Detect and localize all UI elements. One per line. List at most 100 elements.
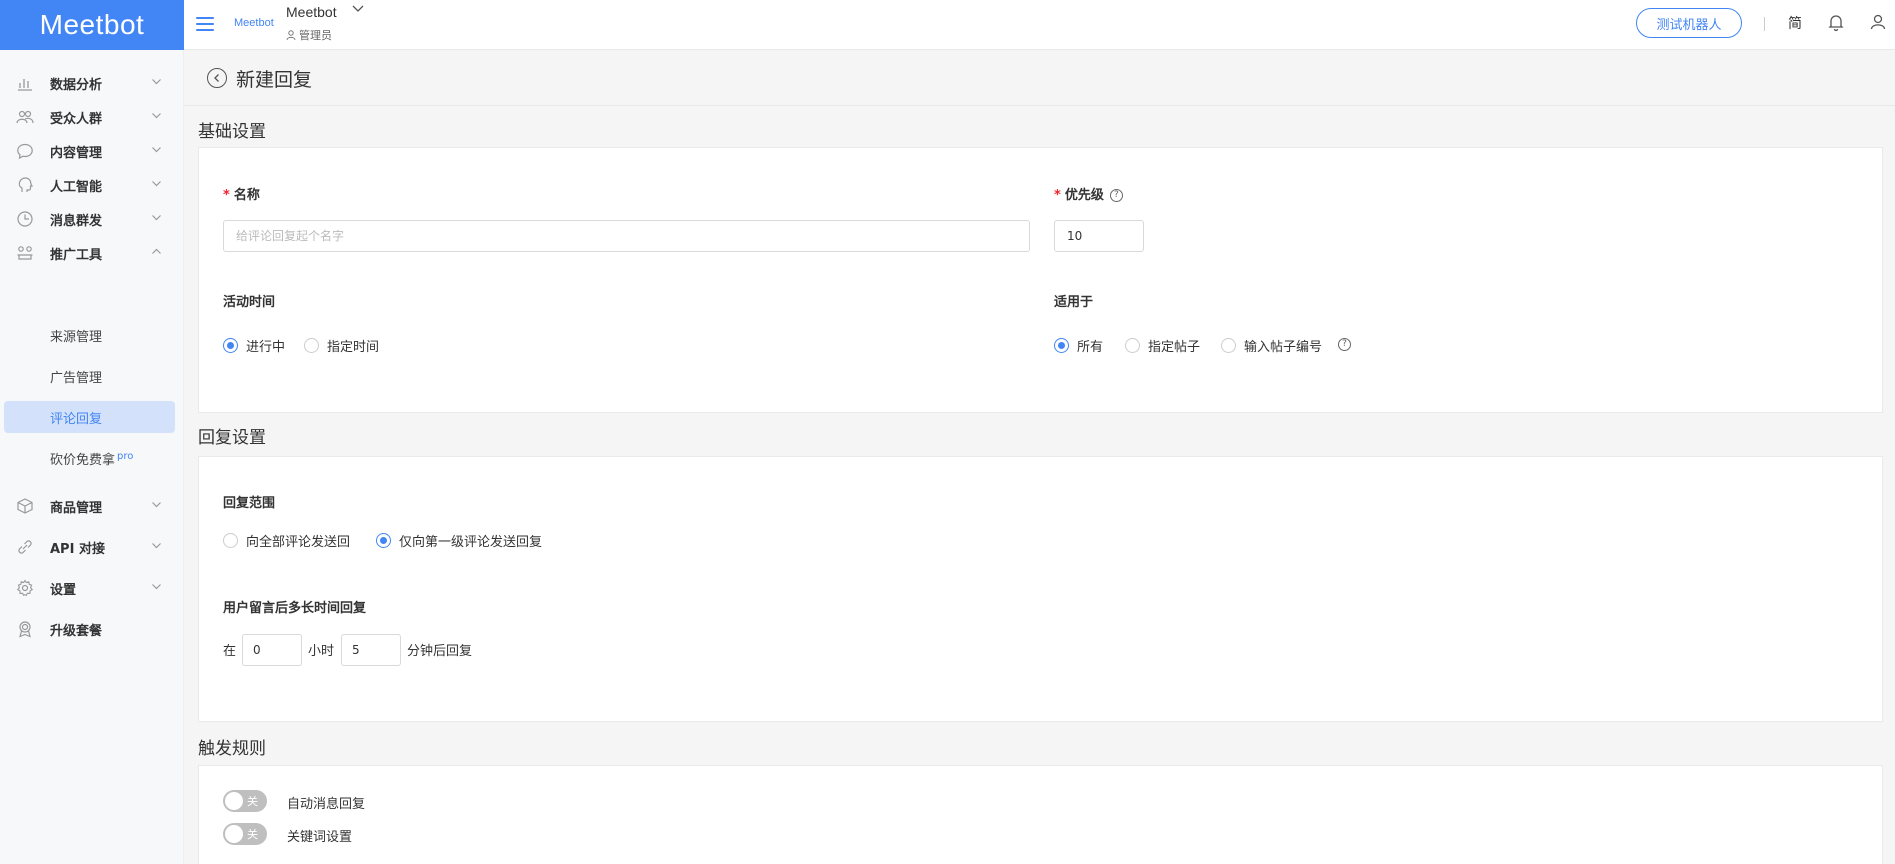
radio-applies-all[interactable]: 所有 [1054, 336, 1103, 355]
chevron-down-icon [151, 178, 162, 192]
pro-badge: pro [117, 450, 134, 462]
reply-scope-label: 回复范围 [223, 496, 276, 511]
chevron-down-icon [151, 76, 162, 90]
sidebar-item-label: 受众人群 [50, 111, 103, 127]
minutes-suffix: 分钟后回复 [407, 644, 473, 659]
help-icon[interactable]: ? [1338, 338, 1351, 351]
bell-icon[interactable] [1826, 12, 1846, 32]
chevron-down-icon [151, 581, 162, 595]
chart-icon [16, 74, 34, 92]
chevron-down-icon [151, 212, 162, 226]
radio-scope-all[interactable]: 向全部评论发送回 [223, 531, 350, 550]
required-mark: * [223, 188, 230, 203]
radio-scope-first-level[interactable]: 仅向第一级评论发送回复 [376, 531, 542, 550]
section-title-trigger: 触发规则 [198, 739, 266, 759]
chevron-down-icon [151, 110, 162, 124]
sidebar-item-ai[interactable]: 人工智能 [0, 170, 184, 200]
sidebar-subitem-comment-reply[interactable]: 评论回复 [4, 401, 175, 433]
toggle-knob [225, 792, 243, 810]
chevron-down-icon [151, 499, 162, 513]
sidebar-item-audience[interactable]: 受众人群 [0, 102, 184, 132]
sidebar-subitem-source[interactable]: 来源管理 [50, 326, 102, 345]
radio-dot [1054, 338, 1069, 353]
sidebar-item-data-analysis[interactable]: 数据分析 [0, 68, 184, 98]
help-icon[interactable]: ? [1109, 189, 1123, 202]
sidebar-item-label: 数据分析 [50, 77, 103, 93]
app-logo: Meetbot [0, 0, 184, 50]
chevron-down-icon[interactable] [351, 2, 365, 20]
sidebar: 数据分析 受众人群 内容管理 人工智能 消息群发 推广工具 来源管理 广告管理 … [0, 50, 184, 864]
sidebar-item-upgrade[interactable]: 升级套餐 [0, 614, 184, 644]
top-bar: Meetbot Meetbot 管理员 测试机器人 简 [184, 0, 1895, 50]
chevron-down-icon [151, 144, 162, 158]
radio-dot [223, 533, 238, 548]
megaphone-icon [16, 244, 34, 262]
radio-label: 输入帖子编号 [1244, 340, 1323, 355]
link-icon [16, 538, 34, 556]
bot-name[interactable]: Meetbot [286, 4, 337, 20]
divider [1764, 17, 1765, 31]
delay-minutes-input[interactable] [341, 634, 401, 666]
radio-applies-specific[interactable]: 指定帖子 [1125, 336, 1200, 355]
trigger-rules-card: 关 自动消息回复 关 关键词设置 [198, 765, 1883, 864]
sidebar-item-label: 内容管理 [50, 145, 103, 161]
name-label-text: 名称 [233, 188, 260, 203]
radio-dot [1221, 338, 1236, 353]
hours-unit: 小时 [308, 644, 335, 659]
delay-prefix: 在 [223, 644, 237, 659]
sidebar-item-settings[interactable]: 设置 [0, 573, 184, 603]
priority-label: * 优先级? [1054, 184, 1123, 203]
sidebar-subitem-bargain[interactable]: 砍价免费拿 pro [50, 449, 133, 468]
toggle-state: 关 [247, 795, 258, 808]
radio-active-scheduled[interactable]: 指定时间 [304, 336, 379, 355]
name-input[interactable] [223, 220, 1030, 252]
section-title-reply: 回复设置 [198, 428, 266, 448]
radio-dot [376, 533, 391, 548]
auto-reply-label: 自动消息回复 [287, 797, 366, 812]
menu-toggle-icon[interactable] [196, 17, 214, 31]
sidebar-item-content[interactable]: 内容管理 [0, 136, 184, 166]
badge-icon [16, 620, 34, 638]
sidebar-item-label: 消息群发 [50, 213, 103, 229]
priority-input[interactable] [1054, 220, 1144, 252]
user-icon[interactable] [1868, 12, 1888, 32]
name-label: * 名称 [223, 184, 260, 203]
section-title-basic: 基础设置 [198, 122, 266, 142]
sidebar-item-label: 人工智能 [50, 179, 103, 195]
sidebar-item-products[interactable]: 商品管理 [0, 491, 184, 521]
toggle-state: 关 [247, 828, 258, 841]
radio-applies-post-id[interactable]: 输入帖子编号 [1221, 336, 1322, 355]
applies-label: 适用于 [1054, 295, 1094, 310]
sidebar-subitem-label: 评论回复 [50, 412, 103, 427]
person-icon [286, 30, 296, 40]
gear-icon [16, 579, 34, 597]
radio-dot [223, 338, 238, 353]
toggle-knob [225, 825, 243, 843]
priority-label-text: 优先级 [1064, 188, 1104, 203]
radio-active-ongoing[interactable]: 进行中 [223, 336, 285, 355]
users-icon [16, 108, 34, 126]
sidebar-item-label: 升级套餐 [50, 623, 103, 639]
brain-icon [16, 176, 34, 194]
test-bot-button[interactable]: 测试机器人 [1636, 8, 1742, 38]
sidebar-item-promotion[interactable]: 推广工具 [0, 238, 184, 268]
back-icon[interactable] [207, 68, 227, 88]
delay-hours-input[interactable] [242, 634, 302, 666]
active-time-label: 活动时间 [223, 295, 276, 310]
keyword-toggle[interactable]: 关 [223, 823, 267, 845]
main-content: 新建回复 基础设置 *名称 *优先级? 活动时间 进行中 指定时间 适用于 所有… [184, 50, 1895, 864]
sidebar-item-label: 设置 [50, 582, 77, 598]
radio-label: 指定时间 [327, 340, 380, 355]
sidebar-item-label: API 对接 [50, 541, 105, 557]
sidebar-subitem-ads[interactable]: 广告管理 [50, 367, 102, 386]
auto-reply-toggle[interactable]: 关 [223, 790, 267, 812]
required-mark: * [1054, 188, 1061, 203]
reply-settings-card: 回复范围 向全部评论发送回 仅向第一级评论发送回复 用户留言后多长时间回复 在 … [198, 456, 1883, 722]
sidebar-item-api[interactable]: API 对接 [0, 532, 184, 562]
sidebar-item-broadcast[interactable]: 消息群发 [0, 204, 184, 234]
chevron-up-icon [151, 246, 162, 260]
chat-icon [16, 142, 34, 160]
language-switch[interactable]: 简 [1788, 13, 1802, 33]
bot-role: 管理员 [286, 27, 332, 43]
radio-dot [1125, 338, 1140, 353]
